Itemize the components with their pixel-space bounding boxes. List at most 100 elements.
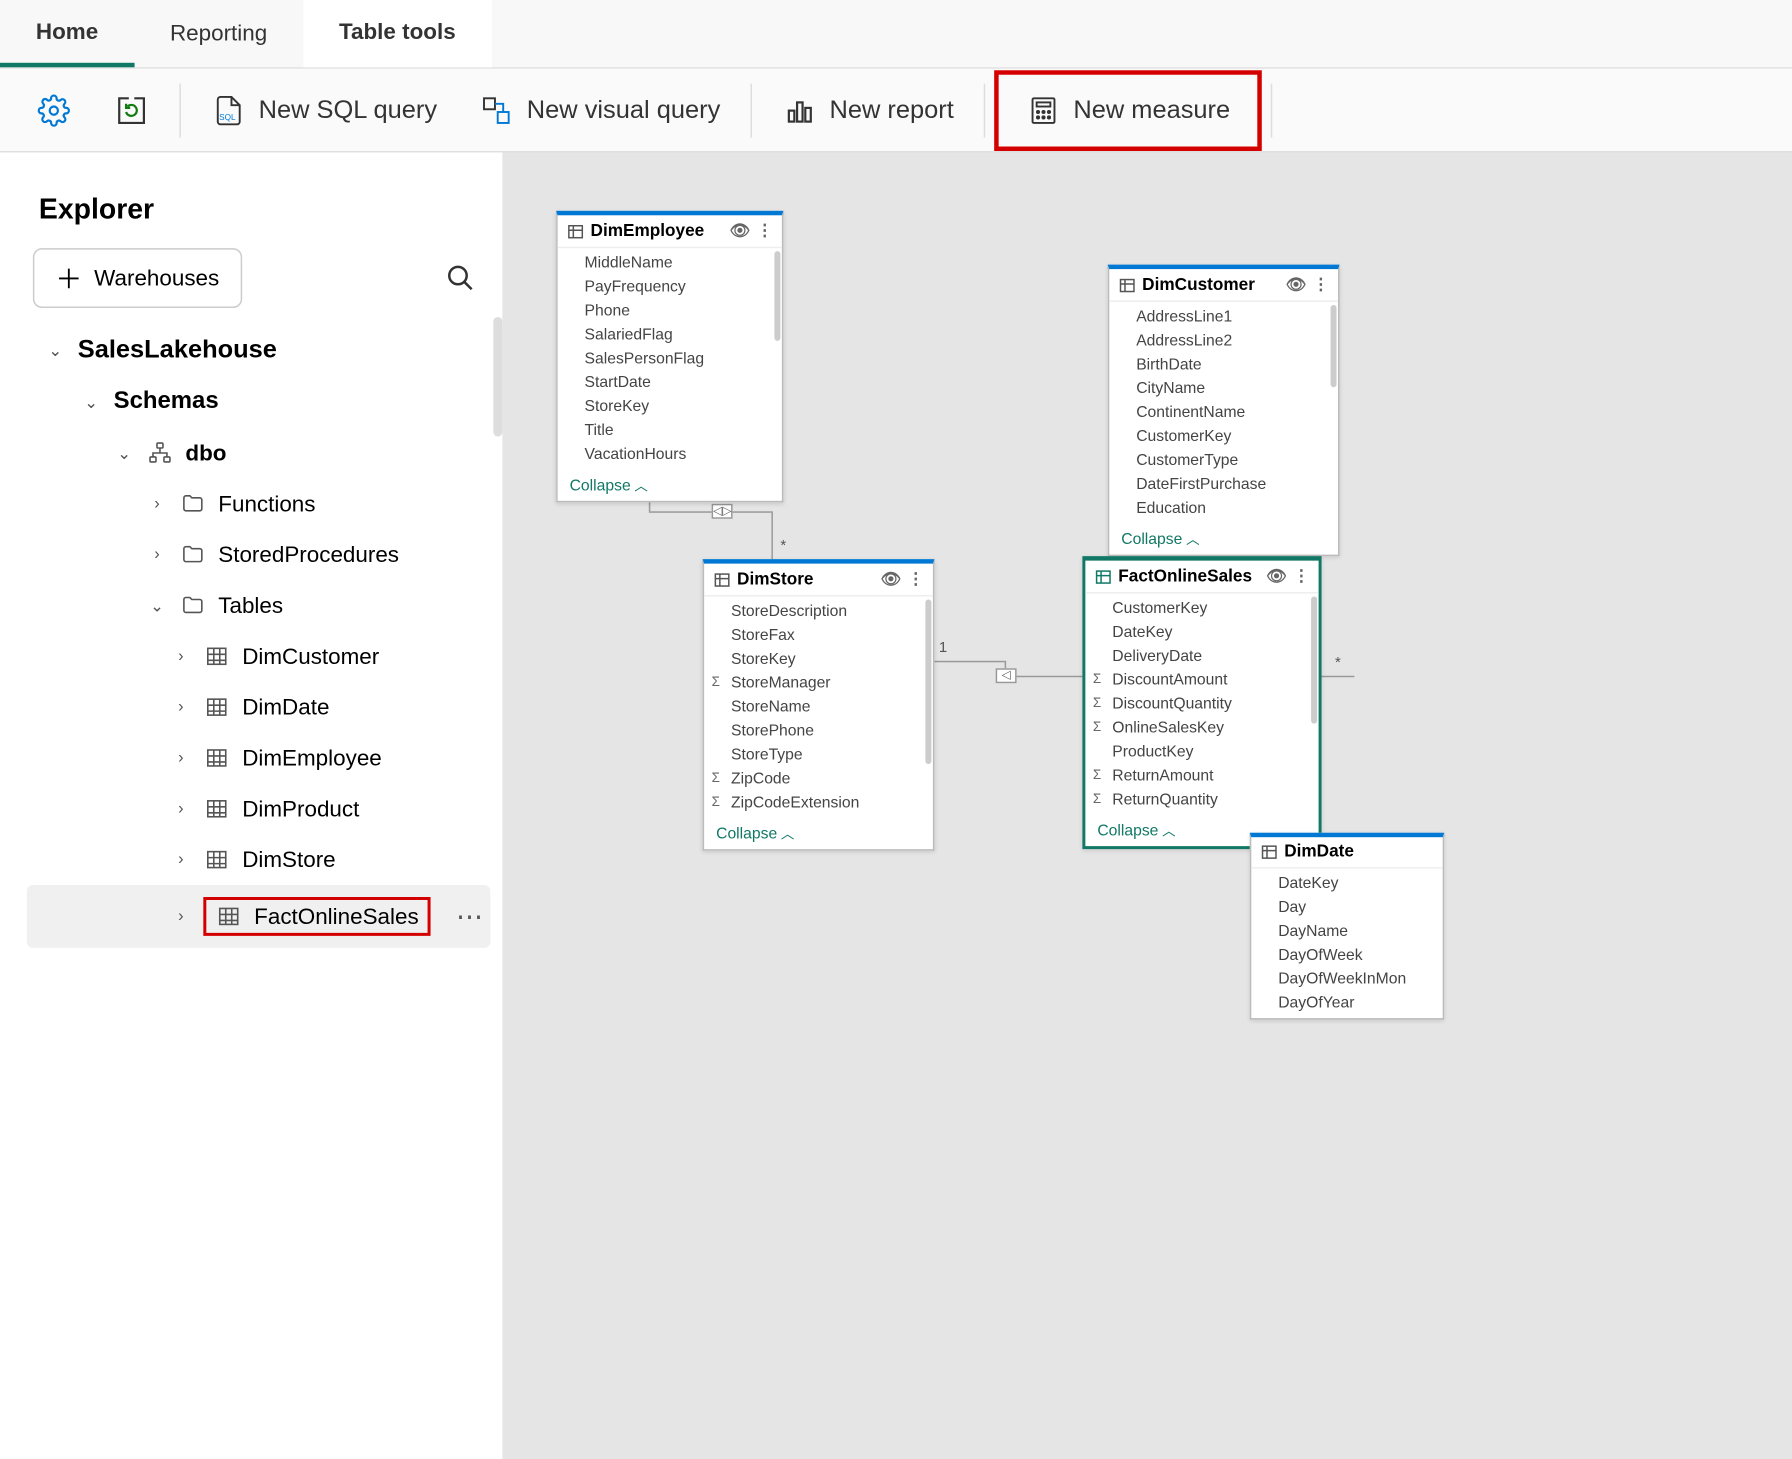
column[interactable]: StoreManager [704,671,933,695]
column[interactable]: StoreFax [704,623,933,647]
column[interactable]: StoreDescription [704,599,933,623]
column[interactable]: DateKey [1085,620,1318,644]
column[interactable]: SalariedFlag [558,323,782,347]
column[interactable]: StoreKey [558,395,782,419]
tree-tables[interactable]: ⌄ Tables [27,580,490,631]
column[interactable]: DiscountAmount [1085,668,1318,692]
calculator-icon [1026,92,1062,128]
entity-dimemployee[interactable]: DimEmployee 👁 ⋮ MiddleName PayFrequency … [556,211,783,503]
explorer-tree: ⌄ SalesLakehouse ⌄ Schemas ⌄ dbo › Funct… [27,323,490,948]
column[interactable]: DeliveryDate [1085,644,1318,668]
more-options-button[interactable]: ⋯ [456,901,484,932]
column[interactable]: StoreType [704,743,933,767]
entity-dimcustomer[interactable]: DimCustomer 👁 ⋮ AddressLine1 AddressLine… [1108,265,1340,557]
tree-label: DimDate [242,694,484,719]
tree-table-dimemployee[interactable]: › DimEmployee [27,733,490,784]
column[interactable]: Title [558,419,782,443]
visibility-icon[interactable]: 👁 [881,570,902,589]
explorer-title: Explorer [39,194,490,227]
entity-header[interactable]: FactOnlineSales 👁 ⋮ [1085,561,1318,594]
tree-functions[interactable]: › Functions [27,478,490,529]
entity-header[interactable]: DimStore 👁 ⋮ [704,564,933,597]
entity-dimstore[interactable]: DimStore 👁 ⋮ StoreDescription StoreFax S… [703,559,935,851]
collapse-button[interactable]: Collapse [558,469,782,500]
column[interactable]: PayFrequency [558,275,782,299]
column[interactable]: MiddleName [558,251,782,275]
column[interactable]: VacationHours [558,443,782,467]
column[interactable]: DayOfWeek [1251,943,1442,967]
sql-file-icon: SQL [211,92,247,128]
collapse-button[interactable]: Collapse [704,818,933,849]
visibility-icon[interactable]: 👁 [1266,567,1287,586]
entity-factonlinesales[interactable]: FactOnlineSales 👁 ⋮ CustomerKey DateKey … [1082,556,1321,849]
tree-table-dimcustomer[interactable]: › DimCustomer [27,631,490,682]
column[interactable]: CustomerType [1109,449,1338,473]
new-report-button[interactable]: New report [761,77,975,143]
column[interactable]: ZipCodeExtension [704,791,933,815]
entity-header[interactable]: DimDate [1251,837,1442,868]
entity-header[interactable]: DimEmployee 👁 ⋮ [558,215,782,248]
visibility-icon[interactable]: 👁 [1286,275,1307,294]
column[interactable]: StartDate [558,371,782,395]
tree-table-dimstore[interactable]: › DimStore [27,834,490,885]
new-sql-query-button[interactable]: SQL New SQL query [190,77,458,143]
fact-highlight-box: FactOnlineSales [203,897,430,936]
entity-more-icon[interactable]: ⋮ [1313,275,1329,294]
column[interactable]: AddressLine1 [1109,305,1338,329]
column[interactable]: CustomerKey [1109,425,1338,449]
column[interactable]: StoreKey [704,647,933,671]
entity-more-icon[interactable]: ⋮ [907,570,923,589]
scrollbar-stub[interactable] [493,317,502,437]
column[interactable]: CustomerKey [1085,597,1318,621]
tree-table-dimproduct[interactable]: › DimProduct [27,783,490,834]
column[interactable]: DayOfYear [1251,991,1442,1015]
column[interactable]: DateFirstPurchase [1109,472,1338,496]
chevron-right-icon: › [147,495,168,513]
column[interactable]: StorePhone [704,719,933,743]
column[interactable]: BirthDate [1109,353,1338,377]
column[interactable]: ProductKey [1085,740,1318,764]
column[interactable]: DiscountQuantity [1085,692,1318,716]
column[interactable]: StoreName [704,695,933,719]
tree-dbo[interactable]: ⌄ dbo [27,428,490,479]
tab-table-tools[interactable]: Table tools [303,0,491,67]
visibility-icon[interactable]: 👁 [730,221,751,240]
entity-title: DimDate [1284,843,1354,861]
settings-button[interactable] [15,77,93,143]
tab-reporting[interactable]: Reporting [134,0,303,67]
chevron-down-icon: ⌄ [81,392,102,411]
column[interactable]: CityName [1109,377,1338,401]
tree-schemas[interactable]: ⌄ Schemas [27,377,490,428]
tab-home[interactable]: Home [0,0,134,67]
column[interactable]: ZipCode [704,767,933,791]
column[interactable]: DayOfWeekInMon [1251,967,1442,991]
refresh-button[interactable] [93,77,171,143]
tree-stored-procedures[interactable]: › StoredProcedures [27,529,490,580]
new-measure-button[interactable]: New measure [1005,77,1251,143]
entity-more-icon[interactable]: ⋮ [756,221,772,240]
column[interactable]: DayName [1251,919,1442,943]
column[interactable]: DateKey [1251,872,1442,896]
entity-header[interactable]: DimCustomer 👁 ⋮ [1109,269,1338,302]
column[interactable]: Day [1251,896,1442,920]
tree-table-factonlinesales[interactable]: › FactOnlineSales ⋯ [27,885,490,948]
column[interactable]: AddressLine2 [1109,329,1338,353]
entity-more-icon[interactable]: ⋮ [1293,567,1309,586]
tab-bar: Home Reporting Table tools [0,0,1792,69]
model-canvas[interactable]: 1 ◁▷ * 1 ◁ * 1 ◁ * * * DimEmployee 👁 ⋮ [502,152,1792,1459]
chevron-right-icon: › [170,800,191,818]
column[interactable]: ReturnQuantity [1085,788,1318,812]
column[interactable]: ReturnAmount [1085,764,1318,788]
column[interactable]: Phone [558,299,782,323]
search-button[interactable] [437,254,485,302]
add-warehouse-button[interactable]: ＋ Warehouses [33,248,242,308]
tree-lakehouse-root[interactable]: ⌄ SalesLakehouse [27,323,490,377]
column[interactable]: Education [1109,496,1338,520]
entity-dimdate[interactable]: DimDate DateKey Day DayName DayOfWeek Da… [1250,833,1444,1020]
column[interactable]: ContinentName [1109,401,1338,425]
column[interactable]: OnlineSalesKey [1085,716,1318,740]
collapse-button[interactable]: Collapse [1109,523,1338,554]
column[interactable]: SalesPersonFlag [558,347,782,371]
new-visual-query-button[interactable]: New visual query [458,77,741,143]
tree-table-dimdate[interactable]: › DimDate [27,682,490,733]
